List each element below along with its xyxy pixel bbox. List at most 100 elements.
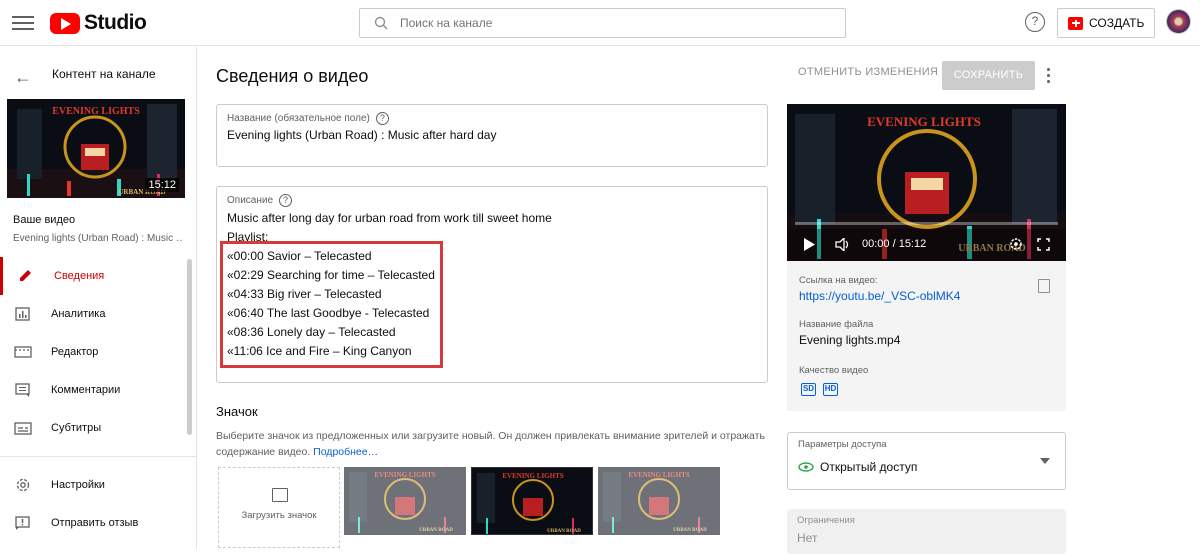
restrictions-value: Нет [797,531,818,545]
page-title: Сведения о видео [216,66,369,86]
svg-text:EVENING LIGHTS: EVENING LIGHTS [374,471,435,479]
copy-icon[interactable] [1038,279,1050,293]
feedback-icon [15,516,30,530]
sidebar-item-subtitles[interactable]: Субтитры [0,409,187,447]
thumbnail-image: EVENING LIGHTS URBAN ROAD [344,467,466,535]
search-input[interactable] [400,16,820,30]
eye-icon [798,462,814,472]
quality-label: Качество видео [799,365,869,376]
sidebar-scrollbar[interactable] [187,259,192,435]
sd-badge: SD [801,383,816,396]
filename-label: Название файла [799,319,874,330]
visibility-dropdown[interactable]: Параметры доступа Открытый доступ [787,432,1066,490]
comments-icon [15,383,30,397]
your-video-label: Ваше видео [13,214,76,226]
video-link[interactable]: https://youtu.be/_VSC-oblMK4 [799,289,960,303]
analytics-icon [15,307,30,321]
upload-thumbnail-button[interactable]: Загрузить значок [218,467,340,548]
editor-icon [14,346,32,358]
create-button[interactable]: СОЗДАТЬ [1057,8,1155,38]
help-icon[interactable]: ? [279,194,293,207]
playlist-highlight-box [220,241,443,368]
youtube-logo-icon [50,12,80,34]
video-preview-image: EVENING LIGHTS URBAN ROAD [787,104,1066,261]
restrictions-label: Ограничения [797,515,855,526]
sidebar-item-feedback[interactable]: Отправить отзыв [0,504,187,542]
sidebar-item-settings[interactable]: Настройки [0,466,187,504]
sidebar-item-label: Отправить отзыв [51,517,139,529]
sidebar-item-editor[interactable]: Редактор [0,333,187,371]
logo-text: Studio [84,11,147,34]
svg-text:URBAN ROAD: URBAN ROAD [673,528,707,533]
learn-more-link[interactable]: Подробнее… [313,446,378,458]
sidebar-title: Контент на канале [52,67,156,81]
thumbnail-description-text: Выберите значок из предложенных или загр… [216,430,765,458]
title-value[interactable]: Evening lights (Urban Road) : Music afte… [227,128,496,142]
visibility-label: Параметры доступа [798,439,887,450]
video-player[interactable]: EVENING LIGHTS URBAN ROAD 00:00 / 15:12 [787,104,1066,261]
sidebar-item-analytics[interactable]: Аналитика [0,295,187,333]
studio-logo[interactable]: Studio [50,11,147,35]
svg-text:URBAN ROAD: URBAN ROAD [547,529,581,534]
help-icon[interactable]: ? [1025,12,1045,32]
thumbnail-section-title: Значок [216,404,258,419]
filename-value: Evening lights.mp4 [799,333,901,347]
title-field-label: Название (обязательное поле) ? [227,112,389,125]
your-video-title: Evening lights (Urban Road) : Music … [13,233,183,244]
menu-icon[interactable] [12,13,34,33]
sidebar-item-details[interactable]: Сведения [0,257,187,295]
svg-text:EVENING LIGHTS: EVENING LIGHTS [628,471,689,479]
svg-text:EVENING LIGHTS: EVENING LIGHTS [502,472,563,480]
back-arrow-icon[interactable]: ← [14,67,32,88]
create-label: СОЗДАТЬ [1089,16,1145,30]
restrictions-field: Ограничения Нет [787,509,1066,554]
more-options-icon[interactable] [1044,68,1054,84]
thumbnail-image: EVENING LIGHTS URBAN ROAD [598,467,720,535]
search-box[interactable] [359,8,846,38]
pencil-icon [20,270,31,281]
visibility-value: Открытый доступ [820,460,918,474]
avatar[interactable] [1166,9,1191,34]
sidebar-item-comments[interactable]: Комментарии [0,371,187,409]
subtitles-icon [14,422,32,435]
help-icon[interactable]: ? [375,112,389,125]
description-line: Music after long day for urban road from… [227,211,552,225]
sidebar-item-label: Аналитика [51,308,106,320]
search-icon [374,16,388,30]
create-video-icon [1068,16,1083,30]
top-bar: Studio ? СОЗДАТЬ [0,0,1200,46]
svg-text:URBAN ROAD: URBAN ROAD [419,528,453,533]
undo-changes-button[interactable]: ОТМЕНИТЬ ИЗМЕНЕНИЯ [798,66,938,78]
description-label-text: Описание [227,195,274,206]
gear-icon [16,478,30,492]
sidebar-item-label: Комментарии [51,384,121,396]
sidebar-item-label: Субтитры [51,422,102,434]
sidebar-divider [0,456,197,457]
svg-text:EVENING LIGHTS: EVENING LIGHTS [52,106,140,117]
volume-icon[interactable] [835,238,851,251]
video-link-label: Ссылка на видео: [799,275,878,286]
title-field[interactable]: Название (обязательное поле) ? Evening l… [216,104,768,167]
video-info-panel: Ссылка на видео: https://youtu.be/_VSC-o… [787,261,1066,411]
sidebar-item-label: Сведения [54,270,105,282]
thumbnail-image: EVENING LIGHTS URBAN ROAD [472,468,592,534]
video-thumbnail[interactable]: EVENING LIGHTS URBAN ROAD 15:12 [7,99,185,198]
sidebar-item-label: Редактор [51,346,99,358]
fullscreen-icon[interactable] [1037,238,1050,251]
play-icon[interactable] [803,238,815,251]
upload-label: Загрузить значок [241,510,317,521]
video-time: 00:00 / 15:12 [862,238,927,250]
thumbnail-option-2[interactable]: EVENING LIGHTS URBAN ROAD [471,467,593,535]
title-label-text: Название (обязательное поле) [227,113,370,124]
chevron-down-icon [1040,458,1050,464]
thumbnail-option-1[interactable]: EVENING LIGHTS URBAN ROAD [344,467,466,535]
svg-text:EVENING LIGHTS: EVENING LIGHTS [867,114,981,129]
duration-badge: 15:12 [145,178,179,192]
settings-icon[interactable] [1009,237,1023,251]
sidebar: ← Контент на канале EVENING LIGHTS URBAN… [0,47,197,549]
thumbnail-section-description: Выберите значок из предложенных или загр… [216,428,776,460]
sidebar-item-label: Настройки [51,479,105,491]
hd-badge: HD [823,383,838,396]
save-button[interactable]: СОХРАНИТЬ [942,61,1035,90]
thumbnail-option-3[interactable]: EVENING LIGHTS URBAN ROAD [598,467,720,535]
